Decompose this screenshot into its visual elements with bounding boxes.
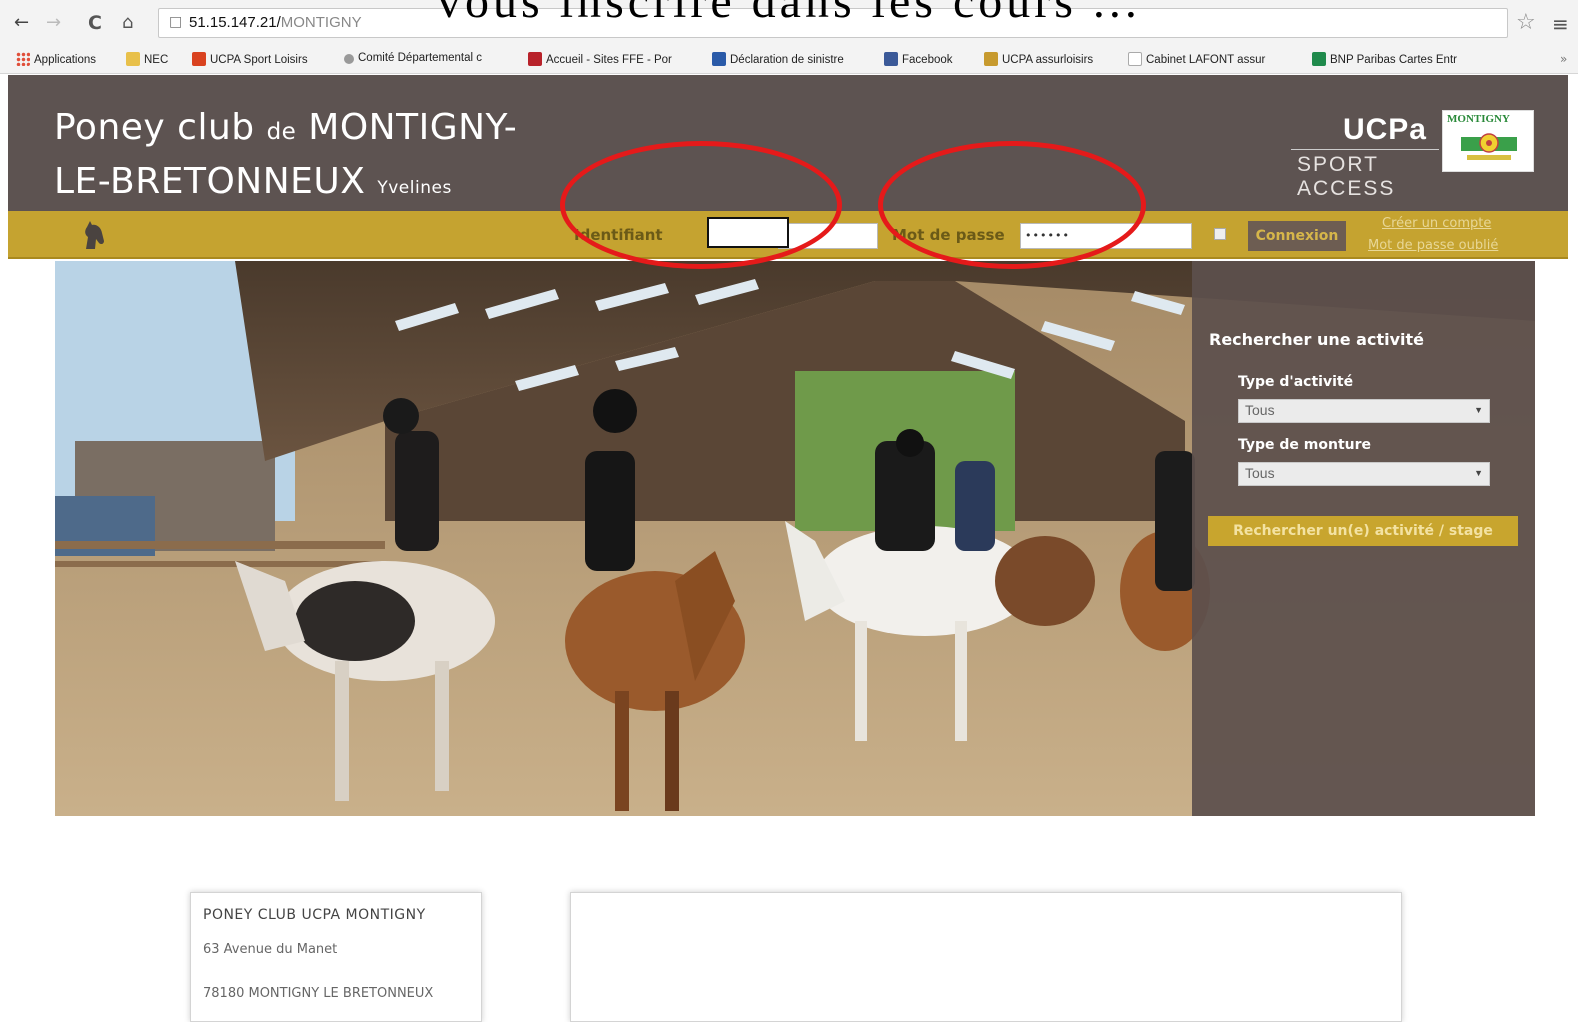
address-card: PONEY CLUB UCPA MONTIGNY 63 Avenue du Ma… [190, 892, 482, 1022]
bookmark-nec[interactable]: NEC [126, 52, 168, 66]
hero-banner: Rechercher une activité Type d'activité … [55, 261, 1535, 816]
bookmark-applications[interactable]: Applications [16, 52, 96, 66]
url-text: 51.15.147.21/MONTIGNY [189, 14, 362, 31]
bnp-favicon-icon [1312, 52, 1326, 66]
forgot-password-link[interactable]: Mot de passe oublié [1368, 238, 1498, 253]
identifiant-label: Identifiant [574, 226, 663, 244]
remember-me-checkbox[interactable] [1214, 228, 1226, 240]
activity-search-panel: Rechercher une activité Type d'activité … [1192, 261, 1535, 816]
address-bar[interactable]: □ 51.15.147.21/MONTIGNY [158, 8, 1508, 38]
reload-icon[interactable]: C [88, 12, 102, 34]
folder-icon [126, 52, 140, 66]
back-arrow-icon[interactable]: ← [14, 12, 29, 33]
site-title[interactable]: Poney club de MONTIGNY- LE-BRETONNEUX Yv… [54, 103, 517, 213]
page-icon: □ [169, 14, 183, 30]
montigny-logo[interactable]: MONTIGNY [1442, 110, 1534, 172]
horse-head-icon [85, 221, 104, 249]
sinistre-favicon-icon [712, 52, 726, 66]
login-bar: Identifiant Mot de passe •••••• Connexio… [8, 211, 1568, 259]
ucpa-sport-access-logo[interactable]: UCPa SPORT ACCESS [1291, 111, 1439, 200]
city-address: 78180 MONTIGNY LE BRETONNEUX [203, 986, 434, 1001]
bookmarks-more-icon[interactable]: » [1560, 52, 1567, 66]
redaction-box [707, 217, 789, 248]
mount-type-label: Type de monture [1238, 437, 1372, 453]
ffe-favicon-icon [528, 52, 542, 66]
search-activity-button[interactable]: Rechercher un(e) activité / stage [1208, 516, 1518, 546]
dropdown-arrow-icon: ▼ [1474, 468, 1483, 478]
connexion-button[interactable]: Connexion [1248, 221, 1346, 251]
site-header: Poney club de MONTIGNY- LE-BRETONNEUX Yv… [8, 75, 1568, 211]
street-address: 63 Avenue du Manet [203, 942, 338, 957]
bookmark-sinistre[interactable]: Déclaration de sinistre [712, 52, 844, 66]
mount-type-select[interactable]: Tous ▼ [1238, 462, 1490, 486]
ucpa-favicon-icon [192, 52, 206, 66]
dropdown-arrow-icon: ▼ [1474, 405, 1483, 415]
bookmarks-bar: Applications NEC UCPA Sport Loisirs Comi… [0, 46, 1578, 74]
create-account-link[interactable]: Créer un compte [1382, 216, 1491, 231]
bookmark-ffe[interactable]: Accueil - Sites FFE - Por [528, 52, 672, 66]
montigny-emblem-icon [1461, 133, 1517, 160]
forward-arrow-icon[interactable]: → [46, 12, 61, 33]
search-panel-title: Rechercher une activité [1209, 330, 1425, 349]
bookmark-star-icon[interactable]: ☆ [1516, 10, 1536, 35]
home-icon[interactable]: ⌂ [122, 12, 133, 33]
mail-icon [984, 52, 998, 66]
browser-menu-icon[interactable]: ≡ [1552, 12, 1569, 36]
password-input[interactable]: •••••• [1020, 223, 1192, 249]
browser-toolbar: ← → C ⌂ □ 51.15.147.21/MONTIGNY ☆ ≡ [0, 0, 1578, 46]
bookmark-ucpa-sport-loisirs[interactable]: UCPA Sport Loisirs [192, 52, 308, 66]
comite-favicon-icon [344, 54, 354, 64]
bookmark-facebook[interactable]: Facebook [884, 52, 953, 66]
page-icon [1128, 52, 1142, 66]
facebook-icon [884, 52, 898, 66]
bookmark-comite[interactable]: Comité Départemental c [344, 52, 482, 64]
bookmark-ucpa-assurloisirs[interactable]: UCPA assurloisirs [984, 52, 1093, 66]
activity-type-select[interactable]: Tous ▼ [1238, 399, 1490, 423]
activity-type-label: Type d'activité [1238, 374, 1354, 390]
club-name: PONEY CLUB UCPA MONTIGNY [203, 907, 426, 923]
identifiant-input[interactable] [778, 223, 878, 249]
password-label: Mot de passe [892, 226, 1005, 244]
bookmark-cabinet-lafont[interactable]: Cabinet LAFONT assur [1128, 52, 1265, 66]
content-panel [570, 892, 1402, 1022]
apps-grid-icon [16, 52, 30, 66]
bookmark-bnp-paribas[interactable]: BNP Paribas Cartes Entr [1312, 52, 1457, 66]
